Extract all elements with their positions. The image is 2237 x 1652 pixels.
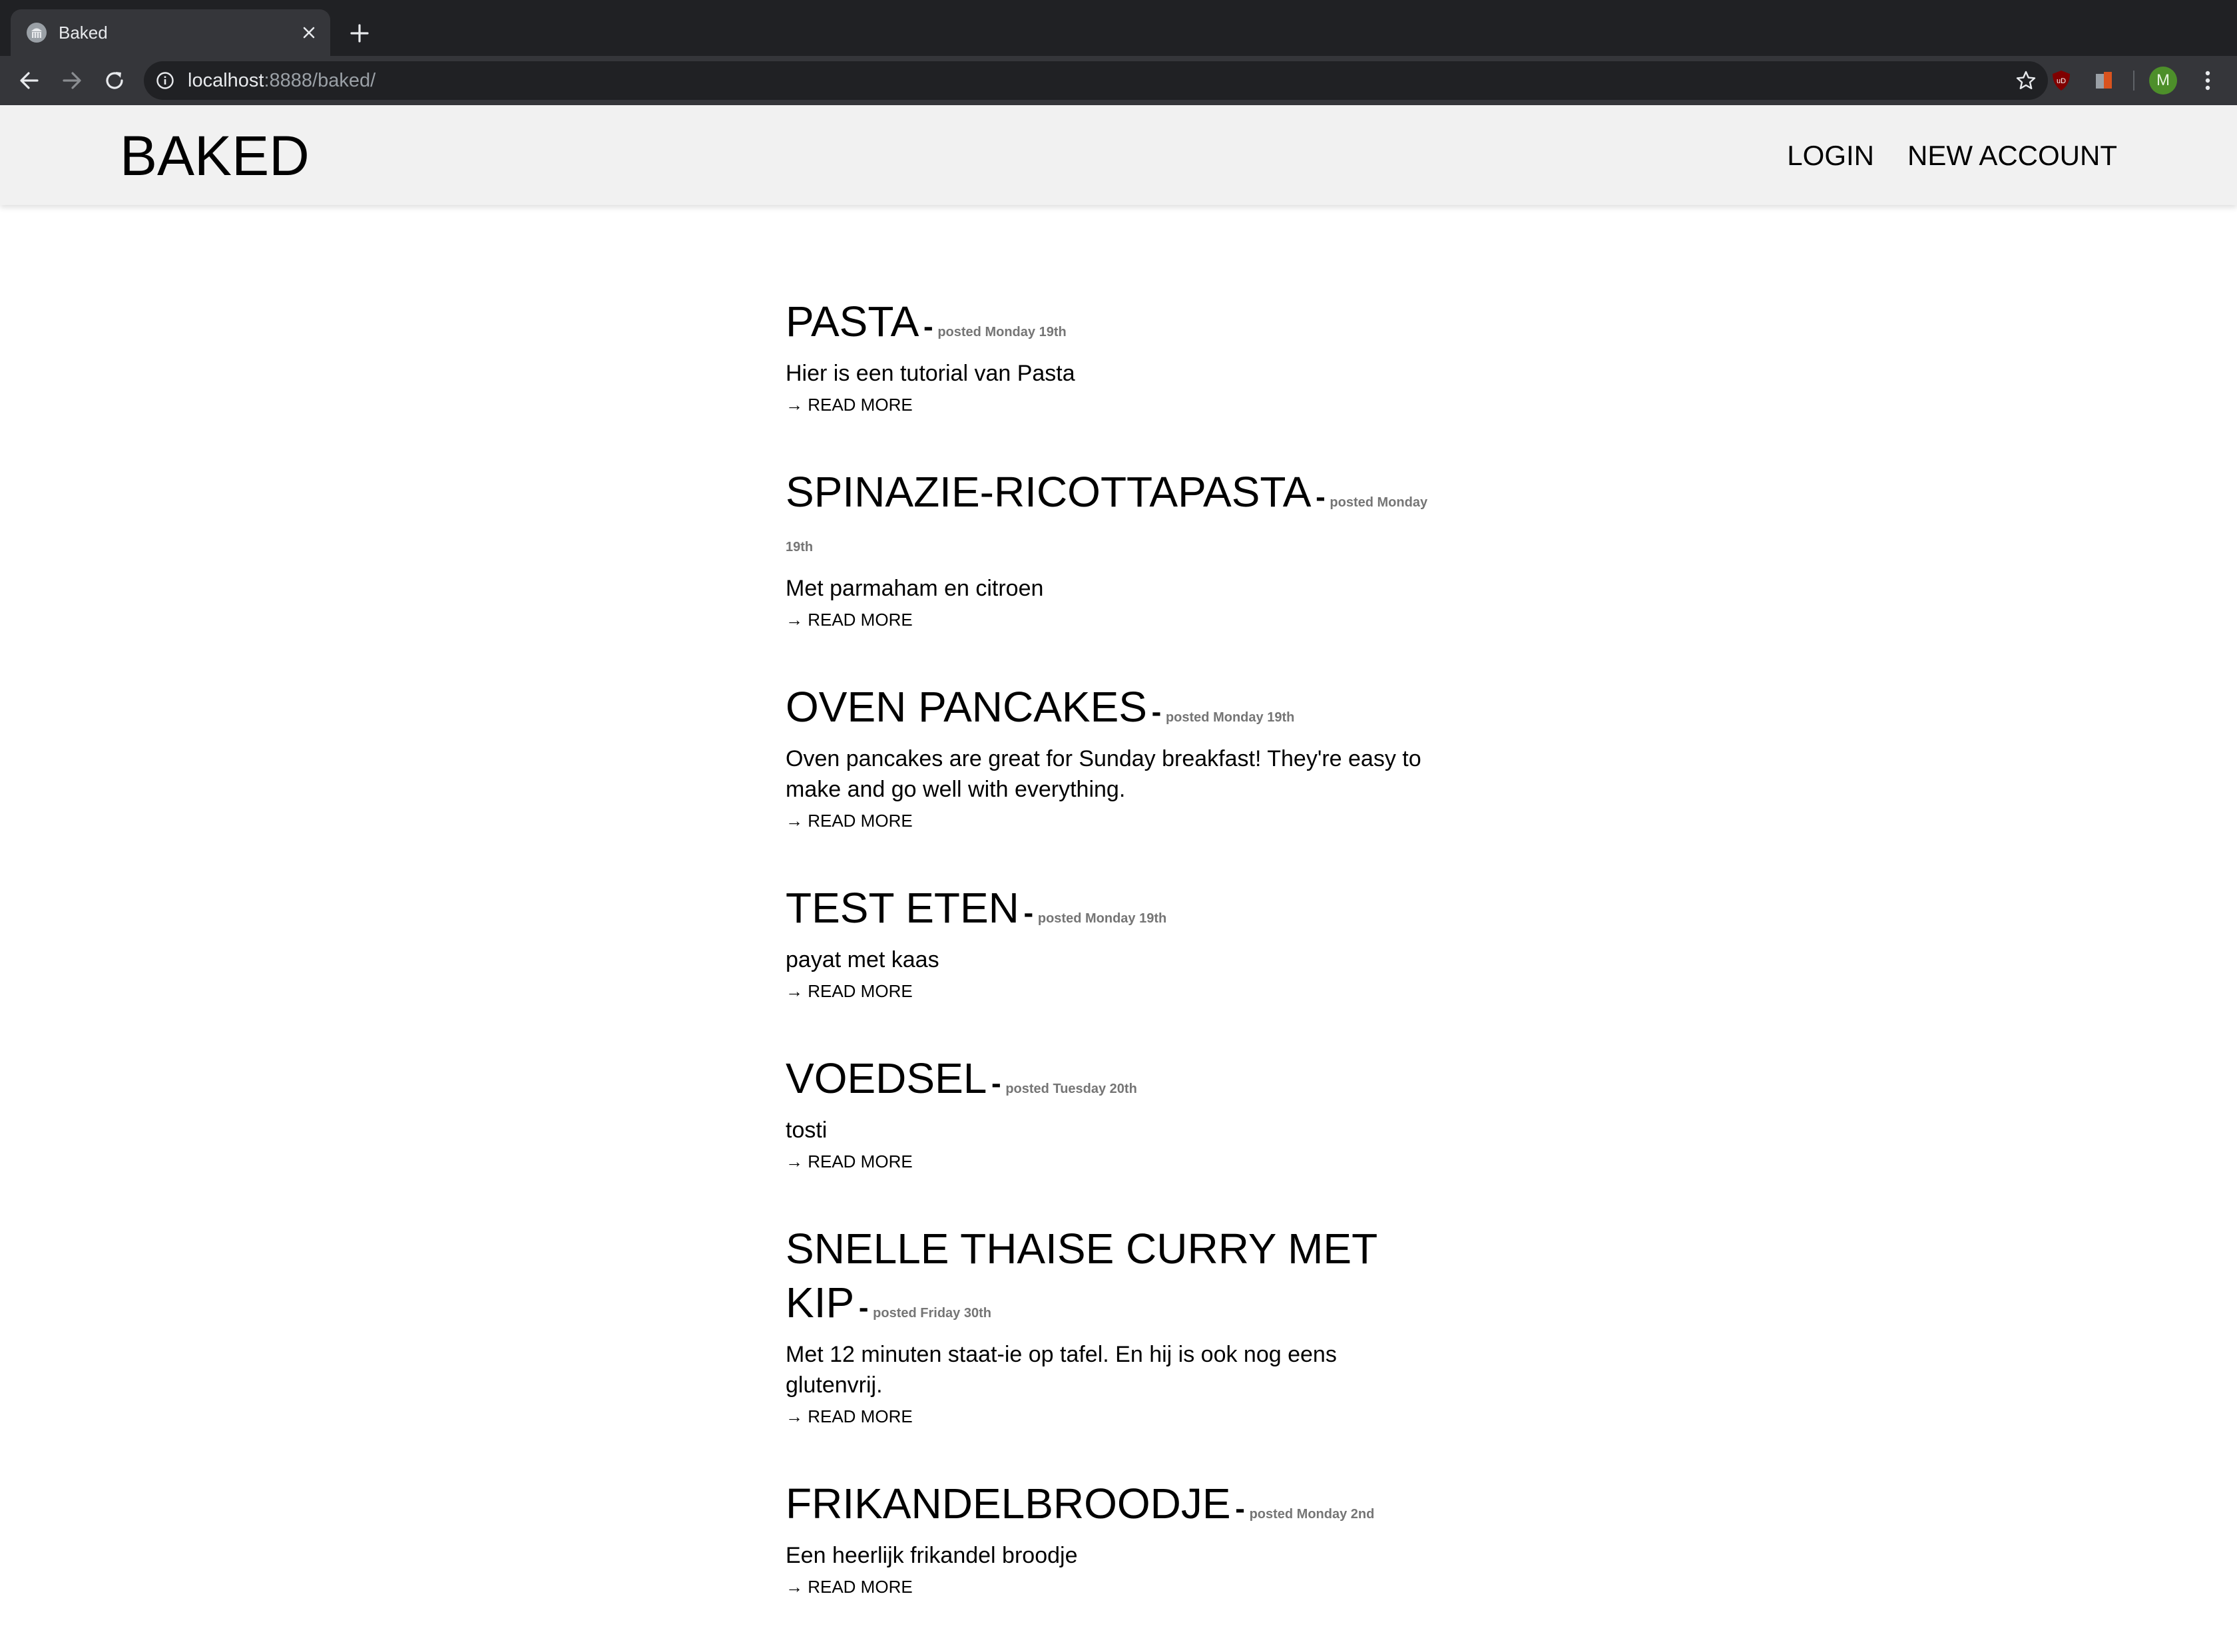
post-item: SPINAZIE-RICOTTAPASTA - posted Monday 19…	[786, 470, 1438, 633]
post-excerpt: Met 12 minuten staat-ie op tafel. En hij…	[786, 1342, 1337, 1398]
post-item: VOEDSEL - posted Tuesday 20th tosti → RE…	[786, 1056, 1438, 1175]
post-excerpt: Een heerlijk frikandel broodje	[786, 1543, 1078, 1568]
site-header: BAKED LOGIN NEW ACCOUNT	[0, 105, 2237, 205]
ublock-extension-icon[interactable]: uD	[2049, 69, 2073, 93]
post-item: OVEN PANCAKES - posted Monday 19th Oven …	[786, 685, 1438, 834]
post-item: PASTA - posted Monday 19th Hier is een t…	[786, 300, 1438, 418]
svg-text:uD: uD	[2057, 77, 2066, 85]
post-excerpt: payat met kaas	[786, 947, 939, 972]
post-excerpt: tosti	[786, 1118, 828, 1143]
post-list: PASTA - posted Monday 19th Hier is een t…	[786, 300, 1438, 1652]
read-more-link[interactable]: → READ MORE	[786, 606, 913, 633]
url-host: localhost	[188, 70, 264, 91]
browser-toolbar: localhost:8888/baked/ uD M	[0, 56, 2237, 105]
post-excerpt: Hier is een tutorial van Pasta	[786, 361, 1075, 386]
post-heading: VOEDSEL - posted Tuesday 20th	[786, 1056, 1438, 1111]
browser-tabstrip: Baked	[0, 0, 2237, 56]
post-item: SNELLE THAISE CURRY MET KIP - posted Fri…	[786, 1227, 1438, 1430]
post-separator: -	[1316, 481, 1326, 513]
address-bar[interactable]: localhost:8888/baked/	[144, 61, 2048, 100]
login-link[interactable]: LOGIN	[1787, 137, 1874, 174]
profile-avatar[interactable]: M	[2149, 67, 2177, 95]
post-date: posted Tuesday 20th	[1005, 1082, 1137, 1096]
post-separator: -	[991, 1067, 1001, 1100]
post-item: TEST ETEN - posted Monday 19th payat met…	[786, 886, 1438, 1004]
post-excerpt: Met parmaham en citroen	[786, 576, 1044, 601]
forward-arrow-icon[interactable]	[59, 67, 85, 94]
info-icon[interactable]	[156, 71, 174, 90]
read-more-link[interactable]: → READ MORE	[786, 1573, 913, 1600]
post-heading: SNELLE THAISE CURRY MET KIP - posted Fri…	[786, 1227, 1438, 1335]
bookmark-star-icon[interactable]	[2015, 69, 2037, 92]
url-path: :8888/baked/	[264, 70, 376, 91]
reload-icon[interactable]	[101, 67, 128, 94]
browser-tab[interactable]: Baked	[11, 9, 330, 56]
post-heading: OVEN PANCAKES - posted Monday 19th	[786, 685, 1438, 739]
post-heading: PASTA - posted Monday 19th	[786, 300, 1438, 354]
more-menu-icon[interactable]	[2198, 67, 2217, 94]
extension-puzzle-icon[interactable]	[2092, 69, 2116, 93]
site-nav: LOGIN NEW ACCOUNT	[1787, 137, 2117, 174]
post-excerpt: Oven pancakes are great for Sunday break…	[786, 746, 1421, 802]
new-account-link[interactable]: NEW ACCOUNT	[1907, 137, 2117, 174]
post-separator: -	[858, 1291, 869, 1324]
post-item: FRIKANDELBROODJE - posted Monday 2nd Een…	[786, 1482, 1438, 1600]
post-separator: -	[1235, 1492, 1245, 1525]
site-logo[interactable]: BAKED	[120, 124, 310, 188]
post-title[interactable]: FRIKANDELBROODJE	[786, 1480, 1231, 1528]
post-title[interactable]: VOEDSEL	[786, 1054, 987, 1102]
read-more-link[interactable]: → READ MORE	[786, 807, 913, 834]
back-arrow-icon[interactable]	[16, 67, 43, 94]
post-heading: TEST ETEN - posted Monday 19th	[786, 886, 1438, 940]
new-tab-icon[interactable]	[345, 19, 374, 48]
post-title[interactable]: SPINAZIE-RICOTTAPASTA	[786, 468, 1311, 516]
cupcake-favicon-icon	[27, 23, 47, 43]
post-heading: SPINAZIE-RICOTTAPASTA - posted Monday 19…	[786, 470, 1438, 569]
post-title[interactable]: OVEN PANCAKES	[786, 683, 1147, 731]
read-more-link[interactable]: → READ MORE	[786, 978, 913, 1004]
read-more-link[interactable]: → READ MORE	[786, 1148, 913, 1175]
post-separator: -	[1023, 897, 1034, 929]
read-more-link[interactable]: → READ MORE	[786, 391, 913, 418]
read-more-link[interactable]: → READ MORE	[786, 1403, 913, 1430]
url-text[interactable]: localhost:8888/baked/	[188, 69, 375, 92]
post-date: posted Monday 2nd	[1249, 1507, 1375, 1522]
post-date: posted Friday 30th	[873, 1306, 991, 1321]
post-date: posted Monday 19th	[1165, 710, 1295, 725]
close-tab-icon[interactable]	[297, 21, 321, 45]
post-separator: -	[923, 310, 933, 343]
post-heading: FRIKANDELBROODJE - posted Monday 2nd	[786, 1482, 1438, 1536]
tab-title: Baked	[59, 23, 108, 43]
post-date: posted Monday 19th	[1037, 911, 1167, 926]
post-title[interactable]: PASTA	[786, 298, 919, 345]
post-title[interactable]: TEST ETEN	[786, 884, 1019, 932]
post-date: posted Monday 19th	[937, 325, 1067, 339]
toolbar-divider	[2133, 71, 2134, 91]
post-separator: -	[1151, 696, 1162, 728]
